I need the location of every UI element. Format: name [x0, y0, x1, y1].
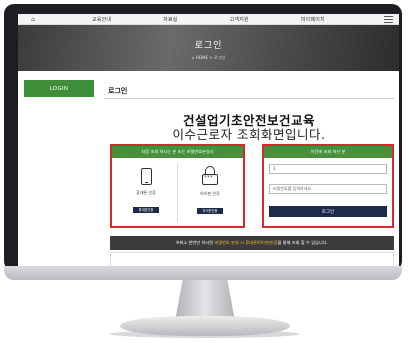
nav-item-mypage[interactable]: 마이페이지 — [301, 16, 325, 23]
returning-user-panel-header: 이전에 조회 하신 분 — [264, 146, 392, 158]
hero-title: 로그인 — [194, 41, 223, 51]
sub-heading: 이수근로자 조회화면입니다. — [172, 127, 326, 142]
content-box — [110, 252, 394, 266]
nav-item-education[interactable]: 교육안내 — [92, 16, 111, 23]
login-button[interactable]: 로그인 — [269, 206, 387, 217]
phone-auth-button[interactable]: 휴대폰인증 — [133, 207, 159, 213]
nav-item-support[interactable]: 고객지원 — [230, 16, 249, 23]
lock-icon — [201, 166, 219, 186]
option-divider — [177, 164, 178, 222]
home-icon[interactable]: ⌂ — [26, 16, 40, 23]
first-time-panel-header: 처음 조회 하시는 분 또는 비밀번호분실시 — [112, 146, 243, 158]
hero-banner: 로그인 ⌂ HOME > 로그인 — [18, 25, 399, 71]
top-nav: ⌂ 교육안내 자료실 고객지원 마이페이지 — [18, 14, 399, 25]
monitor-frame: ⌂ 교육안내 자료실 고객지원 마이페이지 로그인 ⌂ HOME > 로그인 L… — [4, 4, 402, 271]
phone-icon — [140, 168, 152, 185]
ipin-auth-label: 아이핀 인증 — [200, 191, 220, 196]
first-time-panel: 처음 조회 하시는 분 또는 비밀번호분실시 휴대폰 인증 휴대폰인증 아이핀 … — [110, 144, 245, 228]
notice-suffix: 을 통해 조회 할 수 있습니다. — [277, 240, 328, 245]
password-input[interactable]: 비밀번호를 입력하세요. — [269, 184, 387, 194]
notice-prefix: ※최소 한번만 하시면 — [176, 240, 214, 245]
hamburger-menu-icon[interactable] — [384, 16, 393, 23]
ipin-auth-option: 아이핀 인증 아이핀인증 — [180, 162, 240, 224]
notice-highlight: 비밀번호 분실 시 휴대폰/아이핀인증 — [214, 240, 278, 245]
monitor-stand-base — [120, 316, 290, 336]
sidebar-item-login[interactable]: LOGIN — [24, 80, 94, 97]
name-input[interactable]: 1 — [269, 164, 387, 174]
breadcrumb: ⌂ HOME > 로그인 — [192, 55, 225, 60]
browser-screen: ⌂ 교육안내 자료실 고객지원 마이페이지 로그인 ⌂ HOME > 로그인 L… — [18, 14, 399, 266]
page-title: 로그인 — [108, 87, 128, 95]
monitor-chin — [4, 266, 402, 280]
stage: ⌂ 교육안내 자료실 고객지원 마이페이지 로그인 ⌂ HOME > 로그인 L… — [0, 0, 409, 343]
phone-auth-option: 휴대폰 인증 휴대폰인증 — [116, 162, 176, 224]
nav-item-resources[interactable]: 자료실 — [163, 16, 177, 23]
phone-auth-label: 휴대폰 인증 — [136, 190, 156, 195]
monitor-stand-neck — [175, 280, 235, 318]
title-divider — [104, 98, 394, 99]
returning-user-panel: 이전에 조회 하신 분 1 비밀번호를 입력하세요. 로그인 — [262, 144, 394, 228]
notice-bar: ※최소 한번만 하시면 비밀번호 분실 시 휴대폰/아이핀인증 을 통해 조회 할… — [110, 236, 394, 250]
ipin-auth-button[interactable]: 아이핀인증 — [197, 208, 223, 214]
